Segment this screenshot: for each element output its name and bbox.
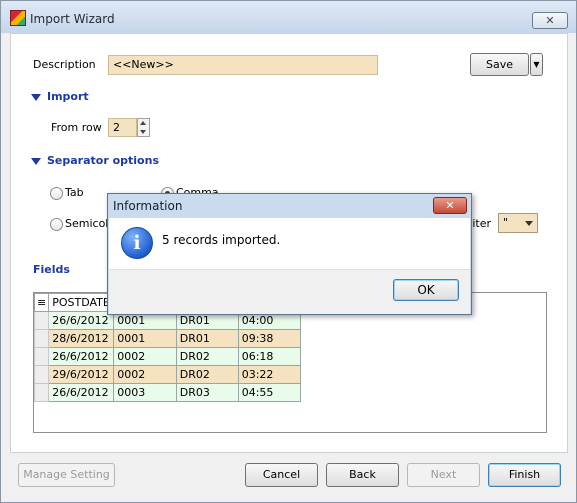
table-cell[interactable]: 29/6/2012 — [48, 365, 115, 384]
table-cell[interactable]: 0001 — [113, 329, 177, 348]
information-dialog: Information ✕ i 5 records imported. OK — [107, 193, 472, 315]
table-cell[interactable]: 0002 — [113, 347, 177, 366]
collapse-triangle-icon — [31, 93, 41, 101]
from-row-spinner[interactable] — [137, 118, 150, 137]
close-button[interactable]: ✕ — [532, 12, 568, 29]
spin-up-icon[interactable] — [140, 121, 146, 125]
tab-radio[interactable] — [50, 187, 63, 200]
save-button[interactable]: Save — [470, 53, 529, 76]
table-cell[interactable]: DR01 — [175, 329, 239, 348]
table-cell[interactable]: 0002 — [113, 365, 177, 384]
import-section-header[interactable]: Import — [29, 90, 111, 107]
chevron-down-icon — [525, 221, 533, 226]
finish-button[interactable]: Finish — [488, 463, 561, 487]
save-dropdown-button[interactable]: ▼ — [530, 53, 543, 76]
text-delimiter-select[interactable]: " — [498, 213, 538, 233]
dialog-footer: OK — [109, 269, 470, 314]
table-cell[interactable]: DR02 — [175, 365, 239, 384]
back-button[interactable]: Back — [326, 463, 399, 487]
dialog-message: 5 records imported. — [162, 233, 281, 247]
dialog-title: Information — [113, 199, 183, 213]
row-selector-header-icon[interactable]: ≡ — [34, 293, 50, 312]
dialog-body: i 5 records imported. — [109, 218, 470, 269]
import-section-title: Import — [47, 90, 89, 103]
table-cell[interactable]: 26/6/2012 — [48, 383, 115, 402]
tab-radio-label: Tab — [65, 186, 84, 199]
table-row[interactable]: 29/6/2012 0002 DR02 03:22 — [34, 365, 302, 384]
table-cell[interactable]: 28/6/2012 — [48, 329, 115, 348]
app-icon — [10, 10, 26, 26]
manage-setting-button[interactable]: Manage Setting — [18, 463, 115, 487]
table-cell[interactable]: 03:22 — [237, 365, 302, 384]
table-cell[interactable]: DR03 — [175, 383, 239, 402]
description-input[interactable]: <<New>> — [108, 55, 378, 75]
table-row[interactable]: 26/6/2012 0003 DR03 04:55 — [34, 383, 302, 402]
fields-title: Fields — [33, 263, 70, 276]
text-delimiter-value: " — [503, 216, 509, 229]
collapse-triangle-icon — [31, 157, 41, 165]
window-title: Import Wizard — [30, 12, 115, 26]
spin-down-icon[interactable] — [140, 130, 146, 134]
table-cell[interactable]: 04:55 — [237, 383, 302, 402]
separator-section-header[interactable]: Separator options — [29, 154, 174, 171]
table-cell[interactable]: 09:38 — [237, 329, 302, 348]
table-cell[interactable]: DR02 — [175, 347, 239, 366]
description-label: Description — [33, 58, 96, 71]
separator-section-title: Separator options — [47, 154, 159, 167]
title-bar: Import Wizard ✕ — [1, 1, 576, 33]
ok-button[interactable]: OK — [393, 279, 459, 301]
column-header[interactable]: POSTDATE — [48, 293, 115, 312]
from-row-input[interactable]: 2 — [108, 118, 137, 137]
table-row[interactable]: 28/6/2012 0001 DR01 09:38 — [34, 329, 302, 348]
table-cell[interactable]: 06:18 — [237, 347, 302, 366]
table-cell[interactable]: 0003 — [113, 383, 177, 402]
dialog-close-button[interactable]: ✕ — [433, 197, 467, 214]
table-cell[interactable]: 26/6/2012 — [48, 311, 115, 330]
semicolon-radio[interactable] — [50, 218, 63, 231]
from-row-label: From row — [51, 121, 102, 134]
table-cell[interactable]: 26/6/2012 — [48, 347, 115, 366]
table-row[interactable]: 26/6/2012 0002 DR02 06:18 — [34, 347, 302, 366]
info-icon: i — [121, 227, 153, 259]
cancel-button[interactable]: Cancel — [245, 463, 318, 487]
next-button[interactable]: Next — [407, 463, 480, 487]
